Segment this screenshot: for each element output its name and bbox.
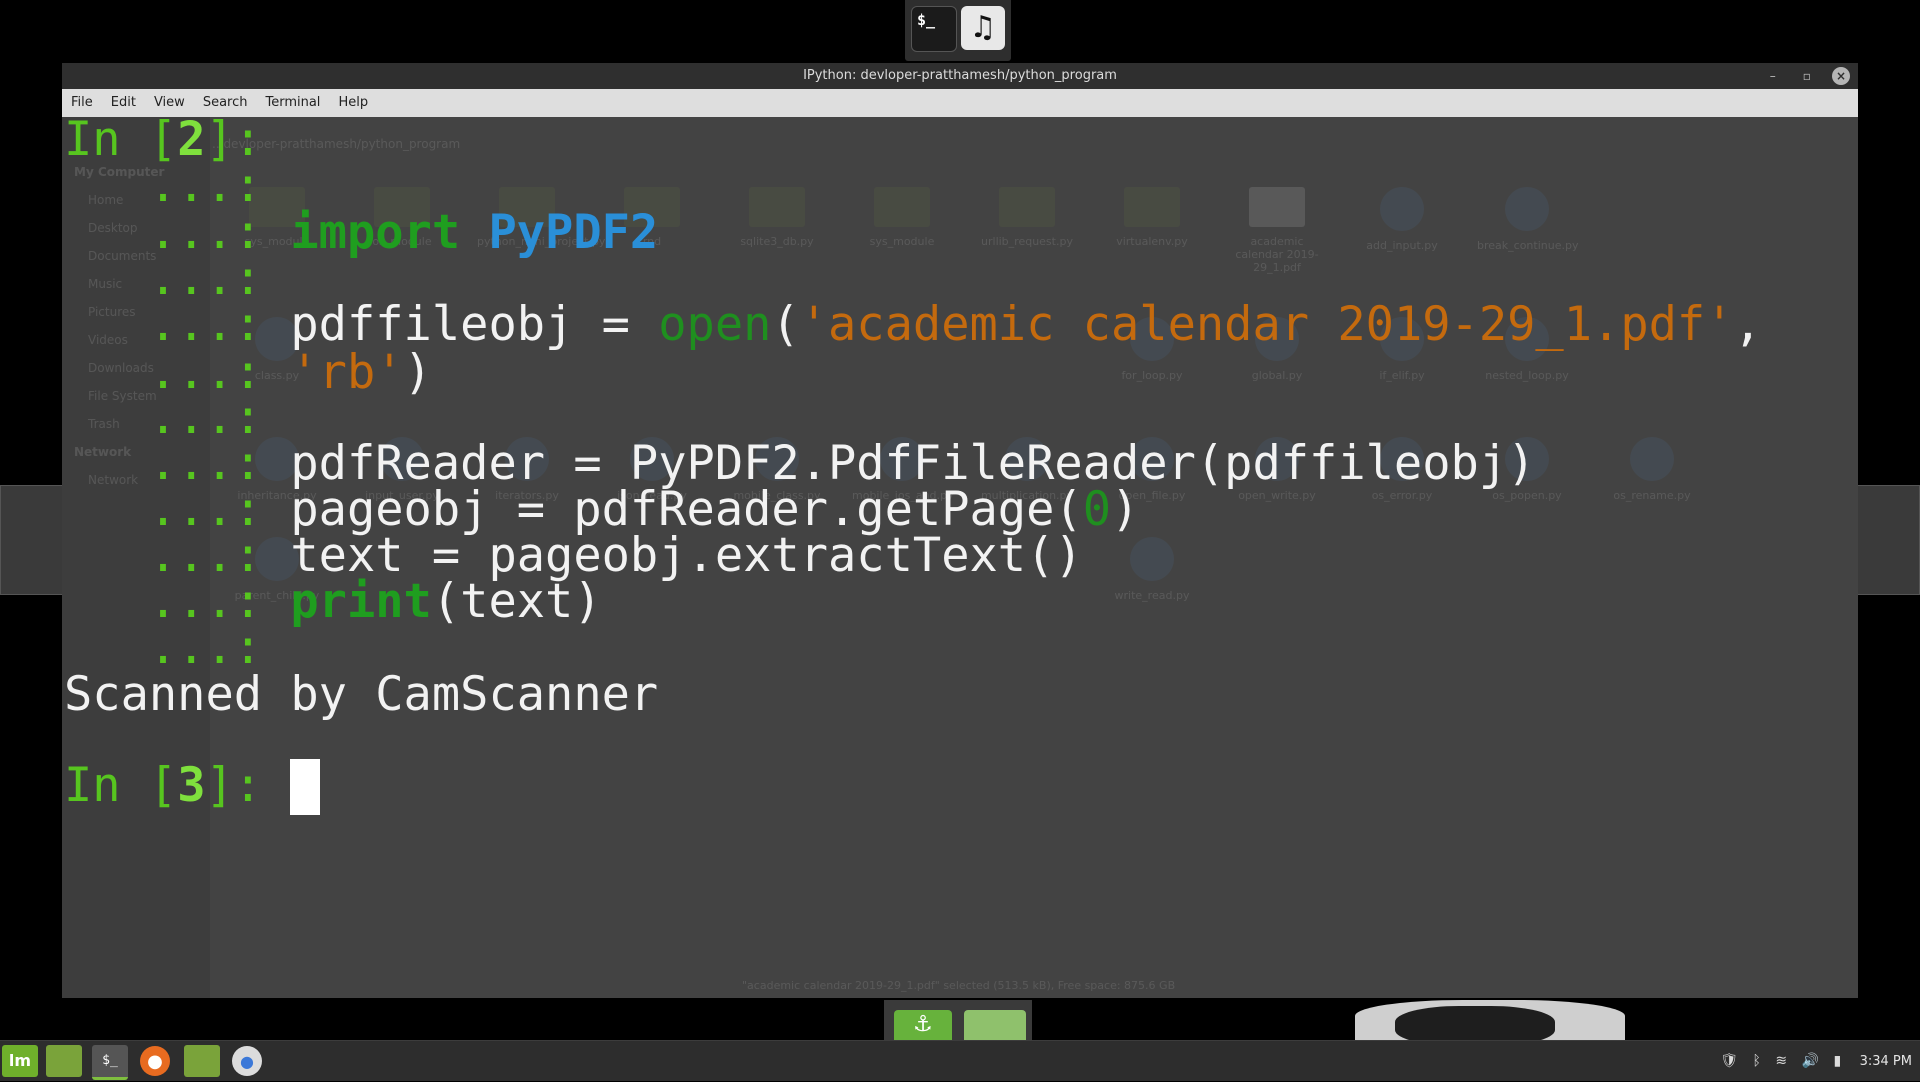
output-line: Scanned by CamScanner: [64, 667, 659, 722]
prompt-line-3: In [3]:: [64, 757, 321, 815]
text-cursor: [290, 759, 321, 815]
music-glyph: ♫: [969, 10, 997, 45]
wifi-icon[interactable]: ≋: [1775, 1041, 1787, 1081]
right-side-panel: [1856, 485, 1920, 595]
terminal-glyph: $_: [917, 11, 936, 29]
firefox-icon[interactable]: ●: [140, 1046, 170, 1076]
ipython-terminal[interactable]: In [2]: ...: ...: import PyPDF2 ...: ...…: [62, 112, 1858, 998]
shield-icon[interactable]: 🛡: [1720, 1041, 1738, 1081]
builtin-open: open: [658, 297, 772, 352]
string-mode: 'rb': [290, 345, 404, 400]
music-launcher-icon[interactable]: ♫: [961, 6, 1005, 50]
close-icon[interactable]: ×: [1832, 66, 1850, 85]
left-side-panel: [0, 485, 64, 595]
system-tray: 🛡 ᛒ ≋ 🔊 ▮ 3:34 PM: [1710, 1041, 1912, 1081]
file-manager-icon[interactable]: [46, 1045, 82, 1077]
terminal-window: IPython: devloper-pratthamesh/python_pro…: [62, 63, 1858, 998]
chrome-icon[interactable]: ●: [232, 1046, 262, 1076]
number-literal: 0: [1082, 482, 1111, 537]
mint-menu-icon[interactable]: lm: [2, 1045, 38, 1077]
maximize-icon[interactable]: ▫: [1798, 67, 1816, 85]
window-title: IPython: devloper-pratthamesh/python_pro…: [803, 68, 1117, 83]
top-launcher-dock: $_ ♫: [905, 0, 1011, 61]
builtin-print: print: [290, 574, 432, 629]
keyword-import: import: [290, 205, 461, 260]
anchor-launcher-icon[interactable]: ⚓: [894, 1010, 952, 1040]
wallpaper-fragment: [1355, 1000, 1625, 1040]
folder-taskbar-icon[interactable]: [184, 1045, 220, 1077]
terminal-taskbar-icon[interactable]: $_: [92, 1045, 128, 1080]
string-filename: 'academic calendar 2019-29_1.pdf': [799, 297, 1734, 352]
bottom-dock: ⚓: [884, 1000, 1032, 1040]
folder-launcher-icon[interactable]: [964, 1010, 1026, 1040]
window-controls: – ▫ ×: [1752, 63, 1850, 89]
menubar: File Edit View Search Terminal Help: [62, 89, 1858, 117]
volume-icon[interactable]: 🔊: [1802, 1041, 1819, 1081]
menu-help[interactable]: Help: [329, 89, 377, 117]
bluetooth-icon[interactable]: ᛒ: [1753, 1041, 1761, 1081]
terminal-launcher-icon[interactable]: $_: [911, 6, 957, 52]
module-name: PyPDF2: [488, 205, 659, 260]
minimize-icon[interactable]: –: [1764, 67, 1782, 85]
taskbar: lm $_ ● ● 🛡 ᛒ ≋ 🔊 ▮ 3:34 PM: [0, 1040, 1920, 1081]
battery-icon[interactable]: ▮: [1833, 1041, 1841, 1081]
window-titlebar[interactable]: IPython: devloper-pratthamesh/python_pro…: [62, 63, 1858, 89]
clock[interactable]: 3:34 PM: [1860, 1054, 1912, 1069]
